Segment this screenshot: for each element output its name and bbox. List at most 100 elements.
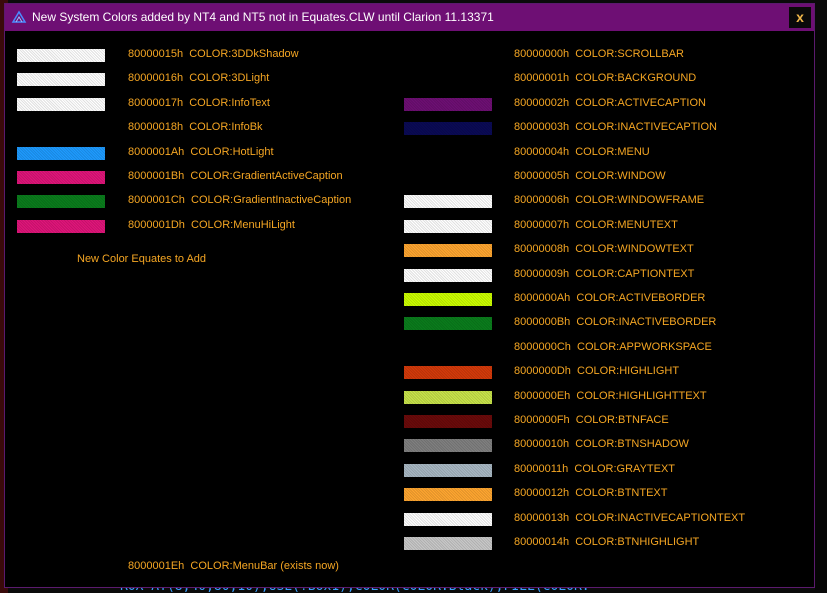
left-color-swatch xyxy=(17,195,105,209)
color-name: COLOR:INACTIVECAPTIONTEXT xyxy=(575,511,746,524)
left-color-swatch xyxy=(17,97,105,111)
color-code: 80000013h xyxy=(514,511,570,524)
left-color-swatch xyxy=(17,146,105,160)
color-code: 80000004h xyxy=(514,145,570,158)
color-code: 80000010h xyxy=(514,438,570,451)
color-code: 80000008h xyxy=(514,243,570,256)
color-code: 8000000Ch xyxy=(514,340,571,353)
right-color-label: 80000011h COLOR:GRAYTEXT xyxy=(514,463,675,476)
right-color-label: 80000012h COLOR:BTNTEXT xyxy=(514,487,667,500)
right-color-label: 80000009h COLOR:CAPTIONTEXT xyxy=(514,268,694,281)
color-name: COLOR:APPWORKSPACE xyxy=(577,340,712,353)
color-name: COLOR:BTNHIGHLIGHT xyxy=(575,536,700,548)
right-color-swatch xyxy=(404,219,492,233)
right-color-swatch xyxy=(404,293,492,306)
color-code: 80000011h xyxy=(514,462,569,475)
color-code: 8000001Eh xyxy=(128,560,185,572)
right-color-swatch xyxy=(404,537,492,550)
right-color-swatch xyxy=(404,488,492,502)
right-color-label: 8000000Ch COLOR:APPWORKSPACE xyxy=(514,341,712,354)
color-code: 80000012h xyxy=(514,487,570,500)
color-code: 80000016h xyxy=(128,72,184,85)
color-name: COLOR:MenuBar (exists now) xyxy=(190,560,339,572)
right-color-swatch xyxy=(404,122,492,136)
right-color-label: 80000003h COLOR:INACTIVECAPTION xyxy=(514,121,717,134)
new-equates-label: New Color Equates to Add xyxy=(77,253,207,265)
right-color-swatch xyxy=(404,390,492,404)
color-code: 8000000Bh xyxy=(514,316,571,329)
color-name: COLOR:BTNTEXT xyxy=(575,487,668,500)
right-color-label: 80000001h COLOR:BACKGROUND xyxy=(514,72,696,85)
color-code: 80000001h xyxy=(514,72,570,85)
right-color-label: 80000000h COLOR:SCROLLBAR xyxy=(514,48,684,61)
color-code: 80000014h xyxy=(514,536,570,548)
color-code: 8000000Eh xyxy=(514,389,571,402)
right-color-label: 80000014h COLOR:BTNHIGHLIGHT xyxy=(514,536,699,549)
color-name: COLOR:MENU xyxy=(575,145,650,158)
right-color-swatch xyxy=(404,415,492,428)
left-color-swatch xyxy=(17,49,105,62)
right-color-swatch xyxy=(404,512,492,526)
right-color-label: 80000007h COLOR:MENUTEXT xyxy=(514,219,678,232)
right-color-swatch xyxy=(404,244,492,258)
left-color-label: 8000001Ch COLOR:GradientInactiveCaption xyxy=(128,194,351,207)
right-color-label: 8000000Dh COLOR:HIGHLIGHT xyxy=(514,365,679,378)
right-color-label: 80000010h COLOR:BTNSHADOW xyxy=(514,438,689,451)
left-color-label: 8000001Ah COLOR:HotLight xyxy=(128,146,274,159)
color-code: 80000005h xyxy=(514,170,570,182)
left-color-label: 8000001Dh COLOR:MenuHiLight xyxy=(128,219,295,232)
right-color-label: 80000013h COLOR:INACTIVECAPTIONTEXT xyxy=(514,512,745,525)
app-icon xyxy=(11,10,27,23)
color-name: COLOR:WINDOWTEXT xyxy=(575,243,694,256)
left-color-label: 80000016h COLOR:3DLight xyxy=(128,72,269,85)
color-code: 80000003h xyxy=(514,121,570,134)
color-name: COLOR:WINDOWFRAME xyxy=(575,194,705,207)
color-name: COLOR:ACTIVEBORDER xyxy=(576,292,706,304)
right-color-label: 80000006h COLOR:WINDOWFRAME xyxy=(514,194,704,207)
color-code: 8000000Fh xyxy=(514,414,570,426)
color-code: 80000002h xyxy=(514,96,570,109)
color-code: 80000017h xyxy=(128,96,184,109)
color-name: COLOR:GRAYTEXT xyxy=(574,462,676,475)
right-color-swatch xyxy=(404,268,492,282)
left-color-swatch xyxy=(17,219,105,233)
left-color-label: 8000001Bh COLOR:GradientActiveCaption xyxy=(128,170,343,183)
right-color-label: 80000002h COLOR:ACTIVECAPTION xyxy=(514,97,706,110)
color-name: COLOR:InfoText xyxy=(189,96,270,109)
left-color-label: 80000015h COLOR:3DDkShadow xyxy=(128,48,299,61)
color-name: COLOR:GradientInactiveCaption xyxy=(191,194,352,207)
right-color-label: 8000000Ah COLOR:ACTIVEBORDER xyxy=(514,292,705,305)
left-color-swatch xyxy=(17,73,105,87)
color-code: 80000007h xyxy=(514,218,570,231)
right-color-swatch xyxy=(404,195,492,209)
right-color-swatch xyxy=(404,97,492,111)
right-color-swatch xyxy=(404,317,492,331)
color-code: 8000000Dh xyxy=(514,365,571,378)
color-code: 80000015h xyxy=(128,48,184,60)
right-color-label: 80000005h COLOR:WINDOW xyxy=(514,170,666,183)
color-name: COLOR:BACKGROUND xyxy=(575,72,697,85)
color-name: COLOR:INACTIVEBORDER xyxy=(576,316,717,329)
color-name: COLOR:HotLight xyxy=(190,145,274,158)
system-colors-window: New System Colors added by NT4 and NT5 n… xyxy=(4,3,815,588)
color-name: COLOR:GradientActiveCaption xyxy=(190,170,343,182)
color-name: COLOR:HIGHLIGHT xyxy=(577,365,680,378)
color-name: COLOR:CAPTIONTEXT xyxy=(575,267,695,280)
color-name: COLOR:BTNFACE xyxy=(575,414,669,426)
right-color-label: 80000008h COLOR:WINDOWTEXT xyxy=(514,243,694,256)
right-color-swatch xyxy=(404,439,492,453)
color-code: 80000000h xyxy=(514,48,570,60)
color-name: COLOR:SCROLLBAR xyxy=(575,48,684,60)
background-code-edge xyxy=(815,30,827,590)
color-name: COLOR:INACTIVECAPTION xyxy=(575,121,717,134)
title-bar[interactable]: New System Colors added by NT4 and NT5 n… xyxy=(5,4,814,31)
color-code: 8000001Ch xyxy=(128,194,185,207)
right-color-label: 8000000Bh COLOR:INACTIVEBORDER xyxy=(514,316,716,329)
color-code: 8000000Ah xyxy=(514,292,571,304)
menubar-equate-label: 8000001Eh COLOR:MenuBar (exists now) xyxy=(128,560,339,573)
color-name: COLOR:BTNSHADOW xyxy=(575,438,689,451)
color-code: 80000009h xyxy=(514,267,570,280)
right-color-swatch xyxy=(404,366,492,380)
close-button[interactable]: x xyxy=(789,7,811,28)
left-color-swatch xyxy=(17,171,105,184)
